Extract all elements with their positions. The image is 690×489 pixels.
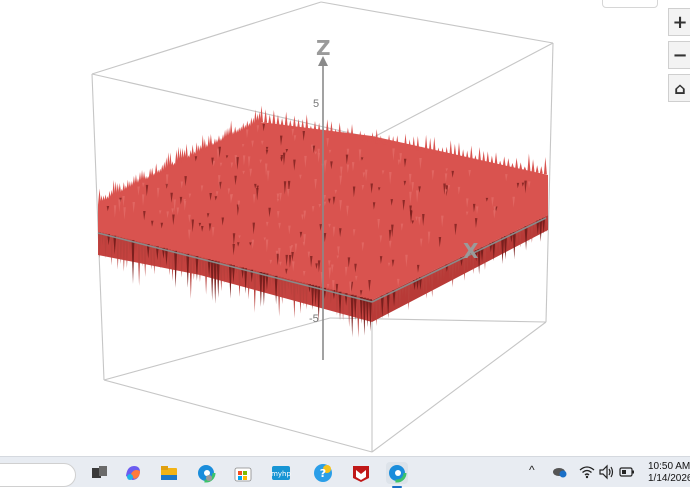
- surface-spike: [445, 146, 449, 157]
- z-tick-label: 5: [313, 98, 319, 110]
- surface-spike: [412, 136, 416, 151]
- surface-spike: [404, 133, 407, 149]
- surface-spike: [535, 165, 539, 173]
- surface-spike: [131, 240, 135, 284]
- surface-spike: [424, 134, 428, 153]
- zoom-out-button[interactable]: −: [668, 41, 690, 69]
- surface-spike: [498, 160, 502, 166]
- battery-icon[interactable]: [618, 463, 636, 481]
- z-axis-label: Z: [316, 36, 331, 60]
- surface-spike: [325, 119, 329, 135]
- surface-spike: [297, 118, 301, 129]
- surface-spike: [490, 155, 494, 165]
- plot-area[interactable]: Z 5 -5 X: [0, 0, 690, 456]
- surface-spike: [292, 115, 296, 129]
- surface-spike: [288, 119, 292, 128]
- surface-spike: [313, 120, 317, 132]
- z-tick-label: -5: [309, 313, 319, 325]
- surface-spike: [432, 136, 436, 154]
- copilot-icon[interactable]: [122, 462, 144, 484]
- surface-spike: [502, 156, 506, 167]
- surface-spike: [428, 137, 432, 154]
- surface-spike: [523, 166, 527, 171]
- task-view-icon[interactable]: [88, 462, 110, 484]
- surface-spike: [416, 136, 420, 151]
- surface-spike: [543, 156, 547, 175]
- surface-spike: [539, 166, 543, 174]
- surface-spike: [305, 114, 309, 131]
- edge-icon[interactable]: [195, 462, 217, 484]
- clock-time: 10:50 AM: [648, 461, 690, 472]
- search-input[interactable]: [0, 463, 76, 487]
- surface-spike: [519, 162, 523, 170]
- zoom-in-button[interactable]: +: [668, 8, 690, 36]
- surface-spike: [531, 159, 535, 172]
- onedrive-sync-icon[interactable]: [552, 463, 568, 479]
- clock-date: 1/14/2026: [648, 473, 690, 484]
- surface-spike: [253, 270, 257, 313]
- surface-spike: [260, 105, 263, 122]
- surface-spike: [461, 149, 465, 160]
- surface-spike: [350, 124, 354, 139]
- mcafee-icon[interactable]: [350, 462, 372, 484]
- surface-spike: [268, 114, 272, 124]
- edge-active-icon[interactable]: [386, 462, 408, 488]
- surface-spike: [469, 145, 473, 161]
- surface-spike: [301, 119, 305, 130]
- taskbar: myhp ? ^ 10:50 AM 1/14/2026: [0, 456, 690, 488]
- help-icon[interactable]: ?: [312, 462, 334, 484]
- clock[interactable]: 10:50 AM 1/14/2026: [648, 461, 690, 485]
- surface-spike: [482, 150, 486, 163]
- surface-spike: [317, 122, 321, 133]
- home-button[interactable]: ⌂: [668, 74, 690, 102]
- surface-plot[interactable]: Z 5 -5 X: [0, 0, 690, 456]
- surface-spike: [473, 154, 477, 162]
- active-indicator: [392, 486, 402, 488]
- surface-spike: [210, 259, 214, 301]
- surface-spike: [515, 157, 519, 169]
- x-axis-label: X: [463, 239, 479, 263]
- tray-chevron-icon[interactable]: ^: [529, 463, 535, 477]
- wifi-icon[interactable]: [578, 463, 596, 481]
- microsoft-store-icon[interactable]: [232, 462, 254, 484]
- surface-spike: [465, 150, 469, 160]
- surface-spike: [527, 153, 531, 172]
- surface-spike: [478, 146, 482, 163]
- surface-spike: [137, 241, 141, 287]
- surface-spike: [486, 151, 490, 164]
- surface-spike: [189, 254, 193, 299]
- svg-text:?: ?: [320, 467, 326, 480]
- surface-spike: [453, 143, 457, 158]
- svg-text:myhp: myhp: [271, 470, 291, 478]
- surface-spike: [264, 109, 268, 123]
- surface-spike: [510, 162, 514, 169]
- surface-spike: [338, 122, 342, 137]
- surface-spike: [506, 158, 510, 168]
- surface-spike: [441, 147, 445, 156]
- tab-remnant: [602, 0, 658, 8]
- volume-icon[interactable]: [598, 463, 616, 481]
- surface-spike: [280, 118, 284, 126]
- surface-spike: [272, 109, 276, 125]
- hp-app-icon[interactable]: myhp: [270, 462, 292, 484]
- surface-spike: [395, 135, 399, 147]
- surface-spike: [494, 152, 498, 166]
- file-explorer-icon[interactable]: [158, 462, 180, 484]
- surface-spike: [213, 260, 217, 304]
- surface-spike: [449, 140, 453, 157]
- surface-spike: [457, 142, 461, 159]
